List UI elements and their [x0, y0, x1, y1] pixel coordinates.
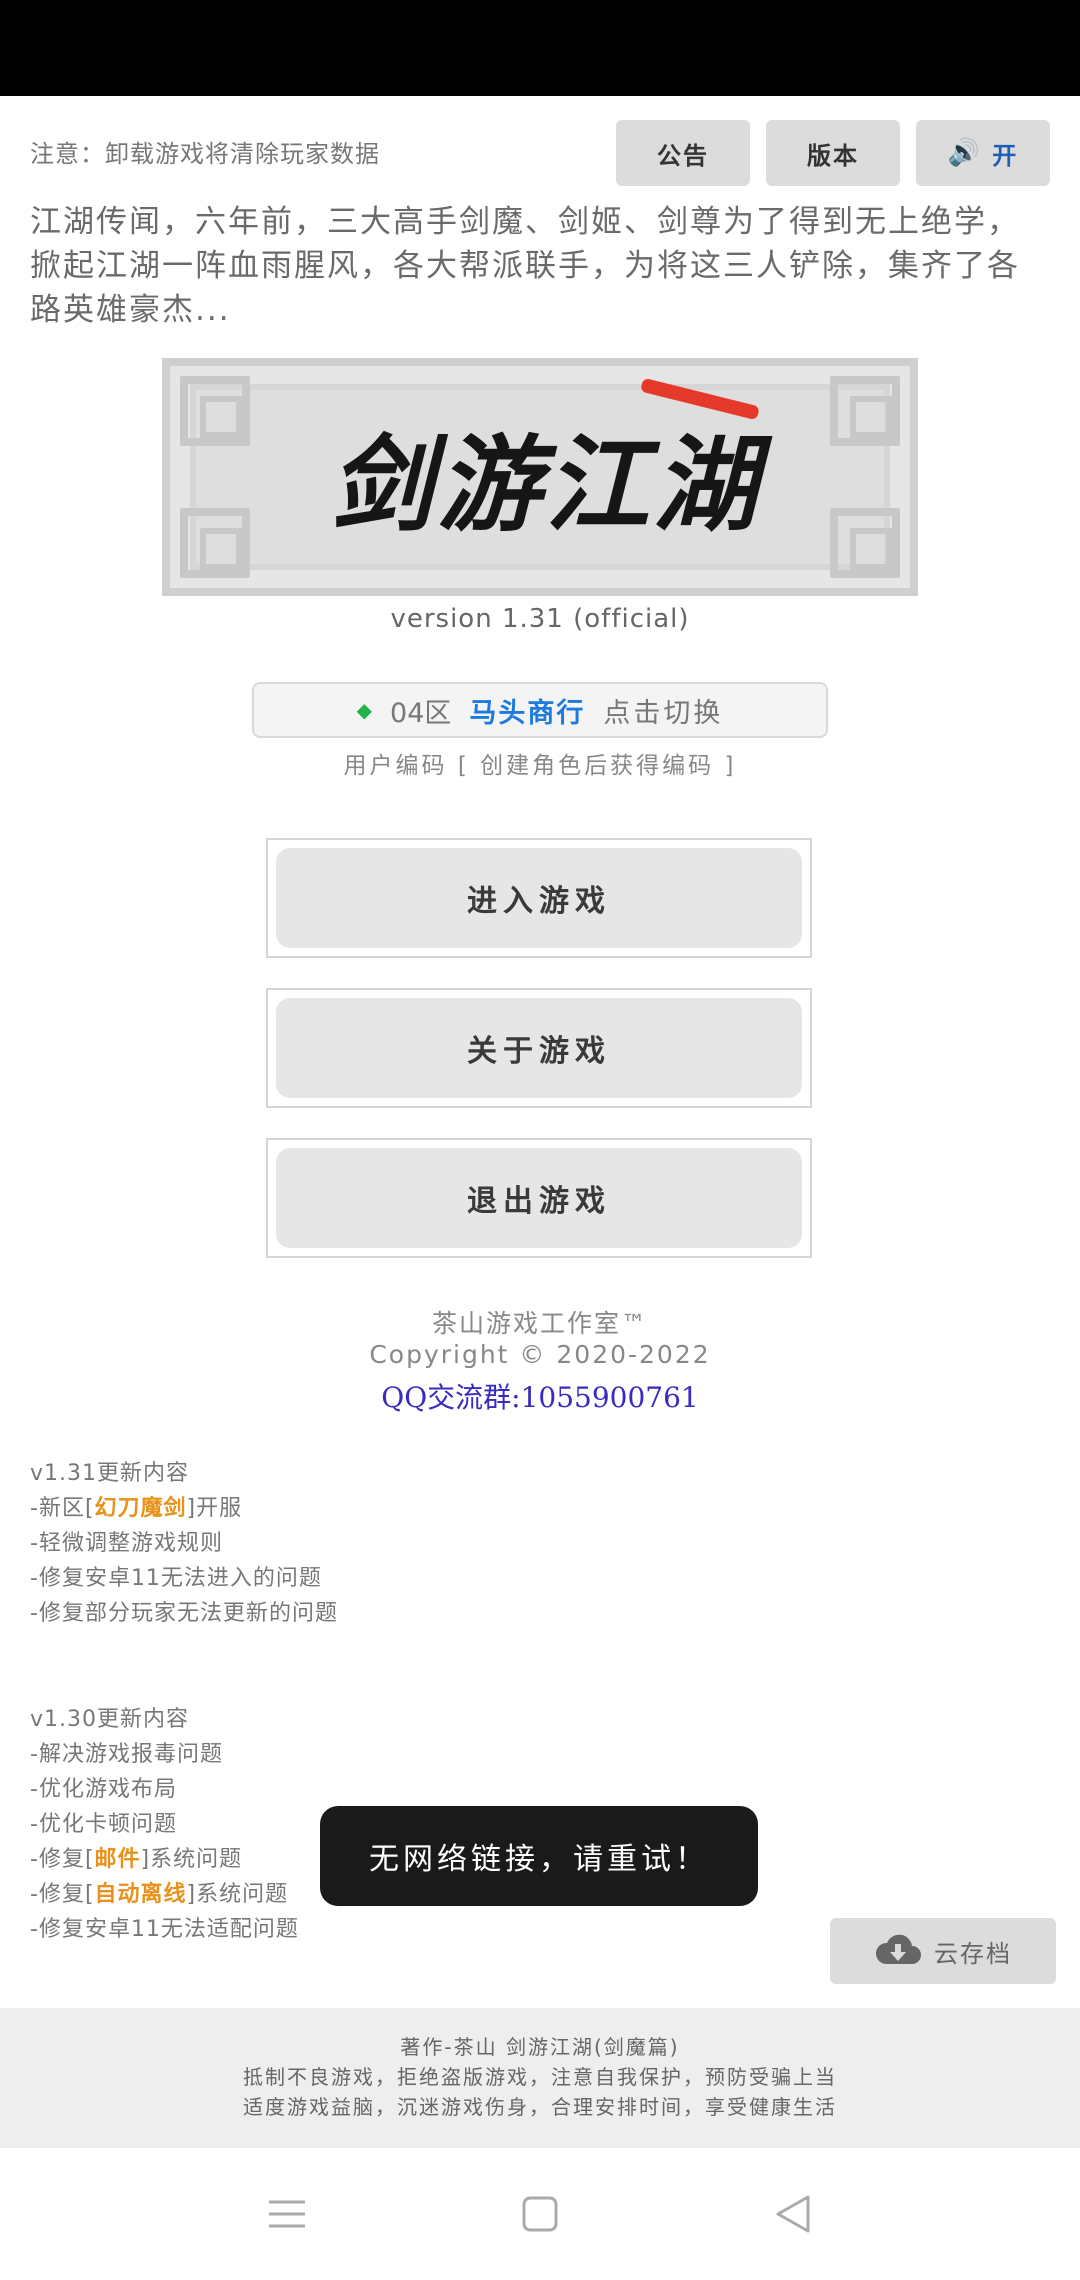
logo-fret-ornament: [180, 508, 250, 578]
cloud-save-button[interactable]: 云存档: [830, 1918, 1056, 1984]
about-game-button[interactable]: 关于游戏: [266, 988, 812, 1108]
menu-icon[interactable]: [257, 2184, 317, 2244]
server-switch-label: 点击切换: [603, 697, 724, 729]
speaker-icon: 🔊: [947, 138, 983, 168]
changelog-v130: v1.30更新内容 -解决游戏报毒问题 -优化游戏布局 -优化卡顿问题 -修复[…: [30, 1702, 299, 1947]
logo-fret-ornament: [830, 376, 900, 446]
qq-group-link[interactable]: QQ交流群:1055900761: [0, 1376, 1080, 1416]
back-icon[interactable]: [763, 2184, 823, 2244]
about-game-label: 关于游戏: [276, 998, 802, 1098]
enter-game-label: 进入游戏: [276, 848, 802, 948]
footer-credit: 著作-茶山 剑游江湖(剑魔篇): [400, 2035, 680, 2059]
sound-state-label: 开: [992, 141, 1019, 170]
system-nav-bar: [0, 2148, 1080, 2280]
changelog-item: -优化游戏布局: [30, 1777, 177, 1802]
server-name: 马头商行: [469, 697, 586, 729]
online-dot-icon: ◆: [356, 698, 373, 722]
announcement-label: 公告: [657, 141, 709, 170]
home-icon[interactable]: [510, 2184, 570, 2244]
footer: 著作-茶山 剑游江湖(剑魔篇) 抵制不良游戏，拒绝盗版游戏，注意自我保护，预防受…: [0, 2008, 1080, 2148]
changelog-item: -解决游戏报毒问题: [30, 1742, 223, 1767]
changelog-item: -优化卡顿问题: [30, 1812, 177, 1837]
changelog-item: -修复部分玩家无法更新的问题: [30, 1601, 338, 1626]
logo-fret-ornament: [180, 376, 250, 446]
story-intro: 江湖传闻，六年前，三大高手剑魔、剑姬、剑尊为了得到无上绝学，掀起江湖一阵血雨腥风…: [30, 204, 1020, 328]
changelog-item: -修复安卓11无法适配问题: [30, 1917, 299, 1942]
status-bar: [0, 0, 1080, 96]
changelog-title: v1.30更新内容: [30, 1707, 190, 1732]
version-label: 版本: [807, 141, 859, 170]
server-zone: 04区: [390, 697, 452, 729]
studio-name: 茶山游戏工作室™: [431, 1309, 648, 1338]
copyright: Copyright © 2020-2022: [369, 1340, 711, 1369]
highlight-text: 自动离线: [94, 1882, 187, 1907]
cloud-download-icon: [874, 1934, 922, 1968]
version-button[interactable]: 版本: [766, 120, 900, 186]
logo-title: 剑游江湖: [328, 422, 761, 546]
highlight-text: 邮件: [94, 1847, 141, 1872]
changelog-item: -修复[自动离线]系统问题: [30, 1882, 289, 1907]
changelog-title: v1.31更新内容: [30, 1461, 190, 1486]
changelog-v131: v1.31更新内容 -新区[幻刀魔剑]开服 -轻微调整游戏规则 -修复安卓11无…: [30, 1456, 338, 1631]
health-notice-line: 适度游戏益脑，沉迷游戏伤身，合理安排时间，享受健康生活: [243, 2095, 837, 2119]
server-selector[interactable]: ◆ 04区 马头商行 点击切换: [252, 682, 828, 738]
announcement-button[interactable]: 公告: [616, 120, 750, 186]
version-text: version 1.31 (official): [390, 604, 690, 634]
highlight-text: 幻刀魔剑: [94, 1496, 187, 1521]
health-notice-line: 抵制不良游戏，拒绝盗版游戏，注意自我保护，预防受骗上当: [243, 2065, 837, 2089]
exit-game-label: 退出游戏: [276, 1148, 802, 1248]
uninstall-notice: 注意：卸载游戏将清除玩家数据: [30, 140, 380, 168]
changelog-item: -轻微调整游戏规则: [30, 1531, 223, 1556]
enter-game-button[interactable]: 进入游戏: [266, 838, 812, 958]
exit-game-button[interactable]: 退出游戏: [266, 1138, 812, 1258]
cloud-save-label: 云存档: [934, 1939, 1012, 1968]
changelog-item: -修复[邮件]系统问题: [30, 1847, 243, 1872]
network-error-toast: 无网络链接，请重试！: [320, 1806, 758, 1906]
logo-fret-ornament: [830, 508, 900, 578]
changelog-item: -修复安卓11无法进入的问题: [30, 1566, 322, 1591]
changelog-item: -新区[幻刀魔剑]开服: [30, 1496, 243, 1521]
game-logo: 剑游江湖: [162, 358, 918, 596]
user-code: 用户编码 [ 创建角色后获得编码 ]: [343, 753, 737, 779]
sound-toggle-button[interactable]: 🔊 开: [916, 120, 1050, 186]
